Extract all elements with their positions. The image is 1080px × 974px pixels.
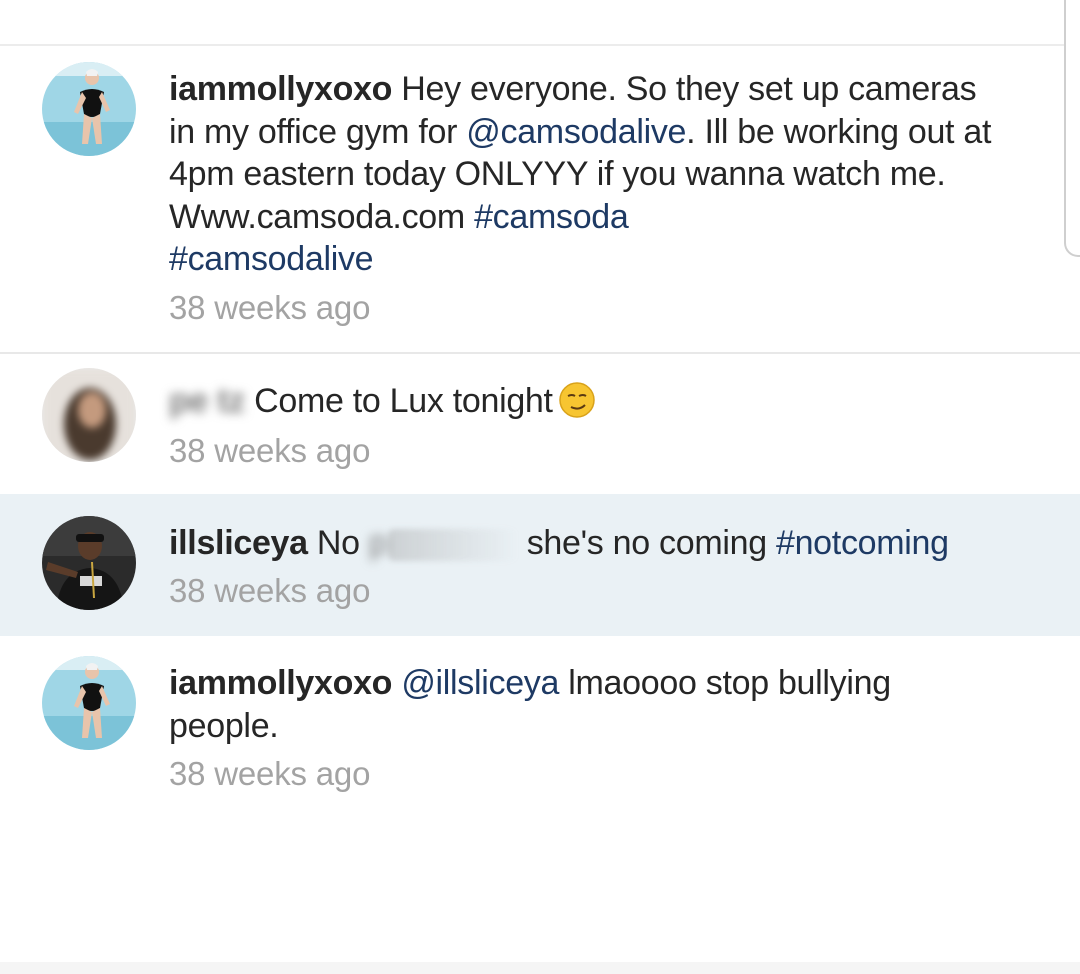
comment-item[interactable]: iammollyxoxo Hey everyone. So they set u…: [0, 46, 1080, 352]
comment-timestamp: 38 weeks ago: [169, 289, 371, 326]
comment-item[interactable]: illsliceya No p she's no coming #notcomi…: [0, 494, 1080, 636]
comment-username-blurred[interactable]: pe tz: [169, 380, 245, 423]
bottom-edge: [0, 962, 1080, 974]
comment-item[interactable]: iammollyxoxo @illsliceya lmaoooo stop bu…: [0, 636, 1080, 836]
redacted-text: p: [368, 524, 388, 562]
comment-username[interactable]: iammollyxoxo: [169, 664, 392, 702]
man-portrait-avatar-icon: [42, 516, 136, 610]
comment-item[interactable]: pe tz Come to Lux tonight 38 weeks ago: [0, 354, 1080, 494]
smirking-face-icon: [558, 382, 595, 418]
woman-swimsuit-avatar-icon: [42, 656, 136, 750]
comment-text: iammollyxoxo @illsliceya lmaoooo stop bu…: [169, 662, 1009, 747]
redaction-blur: [387, 529, 518, 562]
woman-swimsuit-avatar-icon: [42, 62, 136, 156]
comment-body: Come to Lux tonight: [244, 382, 553, 420]
comment-text: iammollyxoxo Hey everyone. So they set u…: [169, 68, 1009, 281]
comment-timestamp: 38 weeks ago: [169, 572, 371, 609]
mention-link[interactable]: @illsliceya: [401, 664, 559, 702]
comment-username[interactable]: iammollyxoxo: [169, 70, 392, 108]
hashtag-link[interactable]: #notcoming: [776, 524, 949, 562]
hashtag-link[interactable]: #camsodalive: [169, 240, 374, 278]
user-avatar[interactable]: [42, 516, 136, 610]
blurred-avatar-icon: [42, 368, 136, 462]
user-avatar[interactable]: [42, 368, 136, 462]
top-bar: [0, 0, 1080, 44]
comment-username[interactable]: illsliceya: [169, 524, 308, 562]
comment-timestamp: 38 weeks ago: [169, 755, 371, 792]
comment-text: illsliceya No p she's no coming #notcomi…: [169, 522, 1009, 565]
user-avatar[interactable]: [42, 62, 136, 156]
comment-text: pe tz Come to Lux tonight: [169, 380, 1009, 423]
hashtag-link[interactable]: #camsoda: [474, 198, 629, 236]
comment-timestamp: 38 weeks ago: [169, 432, 371, 469]
comments-screen: iammollyxoxo Hey everyone. So they set u…: [0, 0, 1080, 974]
mention-link[interactable]: @camsodalive: [466, 113, 686, 151]
comment-body: she's no coming: [517, 524, 776, 562]
user-avatar[interactable]: [42, 656, 136, 750]
comment-body: No: [307, 524, 369, 562]
